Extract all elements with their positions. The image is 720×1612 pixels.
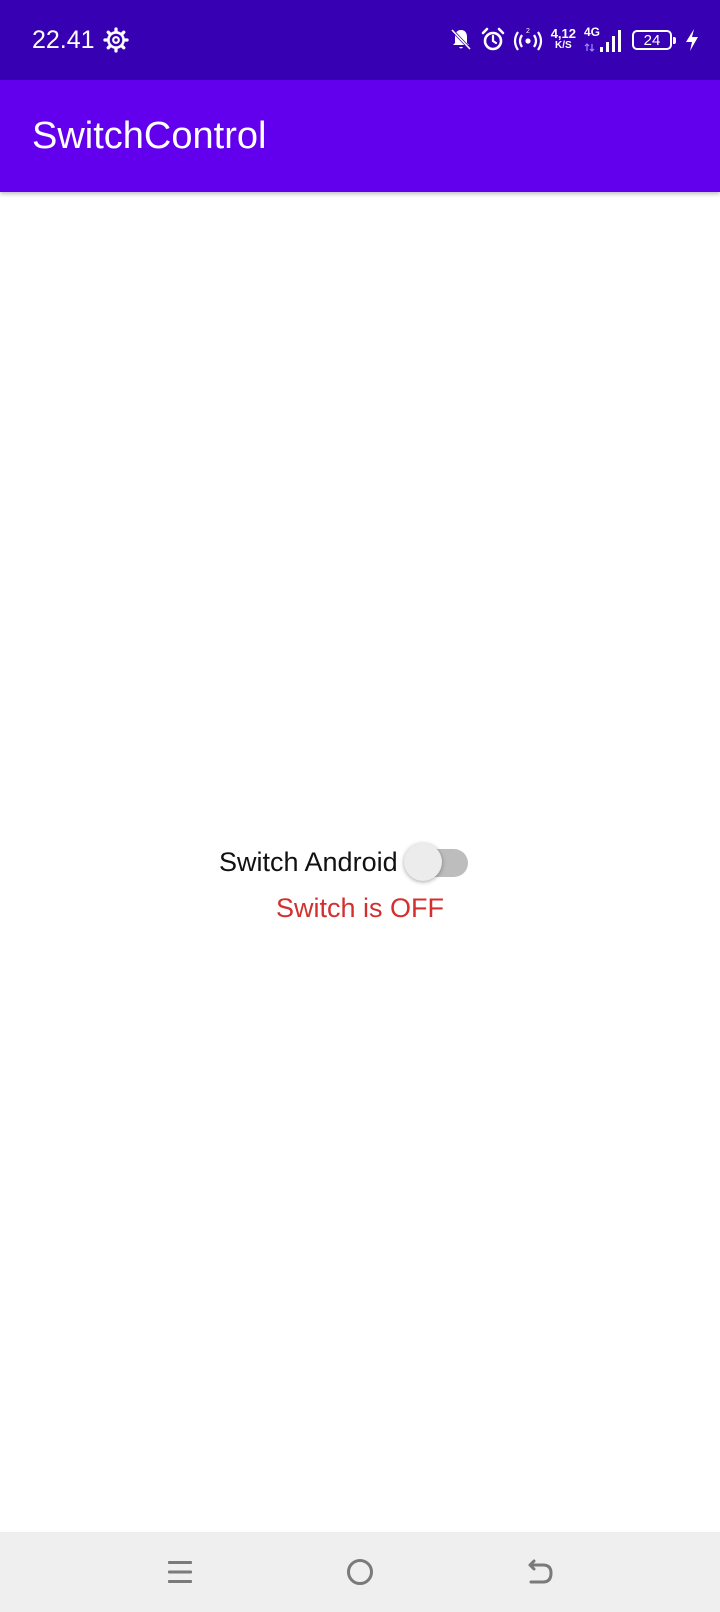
switch-label: Switch Android [219, 847, 398, 877]
signal-icon [584, 30, 621, 52]
gear-icon [103, 27, 129, 53]
app-bar: SwitchControl [0, 80, 720, 192]
menu-button[interactable] [158, 1550, 202, 1594]
switch-row[interactable]: Switch Android [219, 840, 470, 884]
android-switch[interactable] [403, 840, 470, 884]
screen: 22.41 2 4,12 K/S 4G 24 SwitchControl Swi… [0, 0, 720, 1612]
back-icon [528, 1559, 553, 1584]
switch-thumb[interactable] [403, 843, 442, 881]
status-bar: 22.41 2 4,12 K/S 4G 24 [0, 0, 720, 80]
status-icons: 2 4,12 K/S 4G 24 [449, 24, 700, 56]
network-speed-unit: K/S [555, 40, 572, 51]
app-title: SwitchControl [32, 115, 267, 157]
network-speed: 4,12 K/S [550, 26, 576, 52]
svg-text:2: 2 [526, 28, 530, 35]
home-icon [347, 1559, 373, 1585]
menu-icon [168, 1561, 192, 1583]
home-button[interactable] [338, 1550, 382, 1594]
signal-indicator: 4G [584, 25, 624, 53]
network-speed-value: 4,12 [550, 26, 576, 41]
switch-status-text: Switch is OFF [275, 893, 444, 923]
bell-off-icon [450, 28, 471, 51]
charging-icon [686, 29, 698, 51]
alarm-icon [481, 27, 504, 51]
hotspot-icon: 2 [513, 28, 542, 51]
battery-indicator: 24 [632, 30, 676, 50]
status-time: 22.41 [32, 26, 95, 54]
back-button[interactable] [518, 1550, 562, 1594]
navigation-bar [0, 1532, 720, 1612]
